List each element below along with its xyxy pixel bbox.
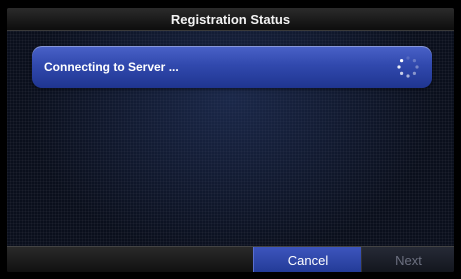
page-title: Registration Status [170,11,291,27]
cancel-button[interactable]: Cancel [253,247,362,272]
next-button[interactable]: Next [361,247,454,272]
bottom-bar: Cancel Next [7,246,454,272]
status-message: Connecting to Server ... [44,60,179,74]
screen: Registration Status Connecting to Server… [7,8,454,272]
title-bar: Registration Status [7,8,454,31]
status-panel: Connecting to Server ... [32,46,432,88]
device-frame: Registration Status Connecting to Server… [0,0,461,279]
loading-spinner-icon [397,56,419,78]
